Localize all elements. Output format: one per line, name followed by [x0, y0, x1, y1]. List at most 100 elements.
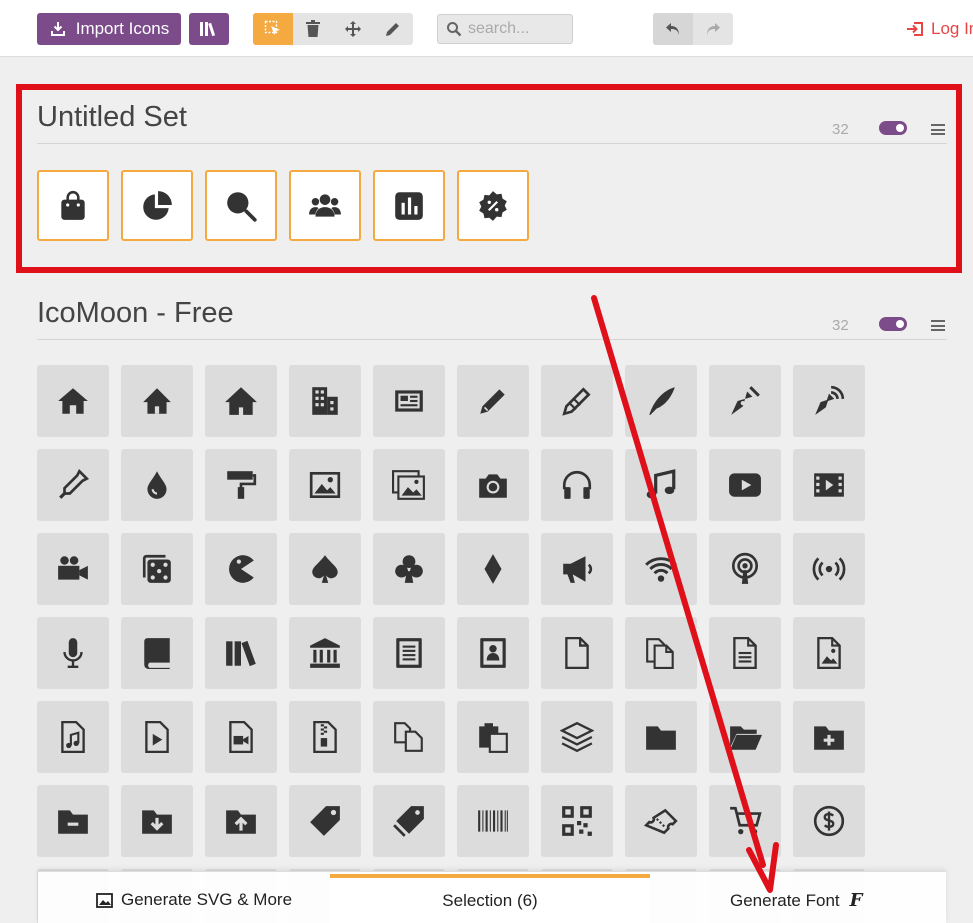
grid-item[interactable] [457, 365, 529, 437]
library-button[interactable] [189, 13, 229, 45]
grid-item[interactable] [205, 365, 277, 437]
generate-svg-label: Generate SVG & More [121, 890, 293, 909]
set-toggle-icomoon[interactable] [879, 317, 907, 331]
grid-item[interactable] [37, 449, 109, 521]
grid-item[interactable] [373, 365, 445, 437]
grid-item[interactable] [121, 785, 193, 857]
cart-icon [730, 806, 762, 835]
eyedropper-icon [59, 468, 90, 499]
generate-font-button[interactable]: Generate Font F [730, 890, 862, 911]
grid-item[interactable] [793, 449, 865, 521]
grid-item[interactable] [709, 617, 781, 689]
select-tool-button[interactable] [253, 13, 293, 45]
set-divider [37, 339, 947, 340]
grid-item[interactable] [709, 533, 781, 605]
grid-item[interactable] [709, 701, 781, 773]
grid-item[interactable] [289, 785, 361, 857]
grid-item[interactable] [205, 449, 277, 521]
grid-item[interactable] [541, 365, 613, 437]
grid-item[interactable] [457, 617, 529, 689]
video-camera-icon [58, 556, 88, 580]
grid-item[interactable] [205, 785, 277, 857]
search-box[interactable] [437, 14, 573, 44]
grid-item[interactable] [121, 617, 193, 689]
grid-item[interactable] [121, 533, 193, 605]
grid-item[interactable] [457, 449, 529, 521]
grid-item[interactable] [37, 785, 109, 857]
grid-item[interactable] [205, 701, 277, 773]
undo-button[interactable] [653, 13, 693, 45]
grid-item[interactable] [457, 785, 529, 857]
selection-tab[interactable]: Selection (6) [330, 874, 650, 923]
move-tool-button[interactable] [333, 13, 373, 45]
grid-item[interactable] [709, 365, 781, 437]
grid-item[interactable] [457, 701, 529, 773]
grid-item[interactable] [373, 785, 445, 857]
grid-item[interactable] [625, 449, 697, 521]
grid-item[interactable] [37, 533, 109, 605]
feed-icon [812, 557, 846, 581]
folder-minus-icon [58, 810, 88, 834]
grid-item[interactable] [373, 701, 445, 773]
grid-item[interactable] [205, 617, 277, 689]
redo-icon [707, 23, 720, 35]
grid-item[interactable] [37, 701, 109, 773]
grid-item[interactable] [541, 449, 613, 521]
login-link[interactable]: Log In [906, 19, 973, 39]
grid-item[interactable] [205, 533, 277, 605]
grid-item[interactable] [625, 785, 697, 857]
grid-item[interactable] [793, 701, 865, 773]
trash-icon [306, 20, 320, 37]
search-input[interactable] [468, 20, 564, 38]
headphones-icon [562, 470, 592, 499]
file-play-icon [145, 720, 169, 754]
grid-item[interactable] [373, 449, 445, 521]
music-icon [646, 469, 676, 499]
grid-item[interactable] [121, 701, 193, 773]
grid-item[interactable] [289, 365, 361, 437]
grid-item[interactable] [457, 533, 529, 605]
grid-item[interactable] [289, 617, 361, 689]
grid-item[interactable] [625, 617, 697, 689]
grid-item[interactable] [121, 449, 193, 521]
grid-item[interactable] [625, 533, 697, 605]
grid-item[interactable] [121, 365, 193, 437]
grid-item[interactable] [289, 701, 361, 773]
grid-item[interactable] [373, 533, 445, 605]
connection-icon [645, 557, 677, 582]
folder-icon [646, 726, 676, 750]
grid-item[interactable] [793, 785, 865, 857]
file-video-icon [229, 720, 253, 754]
grid-item[interactable] [625, 701, 697, 773]
generate-svg-button[interactable]: Generate SVG & More [96, 890, 292, 910]
dice-icon [142, 554, 171, 583]
grid-item[interactable] [373, 617, 445, 689]
profile-icon [480, 638, 506, 668]
grid-item[interactable] [541, 533, 613, 605]
grid-item[interactable] [793, 617, 865, 689]
grid-item[interactable] [289, 533, 361, 605]
grid-item[interactable] [541, 701, 613, 773]
books-icon [226, 640, 256, 667]
grid-item[interactable] [793, 533, 865, 605]
grid-item[interactable] [625, 365, 697, 437]
pencil-icon [480, 389, 505, 414]
tool-group [253, 13, 413, 45]
import-icons-button[interactable]: Import Icons [37, 13, 181, 45]
login-label: Log In [931, 19, 973, 38]
edit-tool-button[interactable] [373, 13, 413, 45]
grid-item[interactable] [709, 449, 781, 521]
delete-tool-button[interactable] [293, 13, 333, 45]
redo-button[interactable] [693, 13, 733, 45]
grid-item[interactable] [289, 449, 361, 521]
grid-item[interactable] [37, 617, 109, 689]
grid-item[interactable] [541, 617, 613, 689]
grid-item[interactable] [793, 365, 865, 437]
grid-item[interactable] [37, 365, 109, 437]
grid-item[interactable] [541, 785, 613, 857]
set-menu-icomoon-icon[interactable] [931, 320, 945, 331]
price-tag-icon [310, 806, 340, 836]
file-empty-icon [565, 636, 589, 670]
grid-item[interactable] [709, 785, 781, 857]
set-title-icomoon[interactable]: IcoMoon - Free [37, 297, 234, 330]
